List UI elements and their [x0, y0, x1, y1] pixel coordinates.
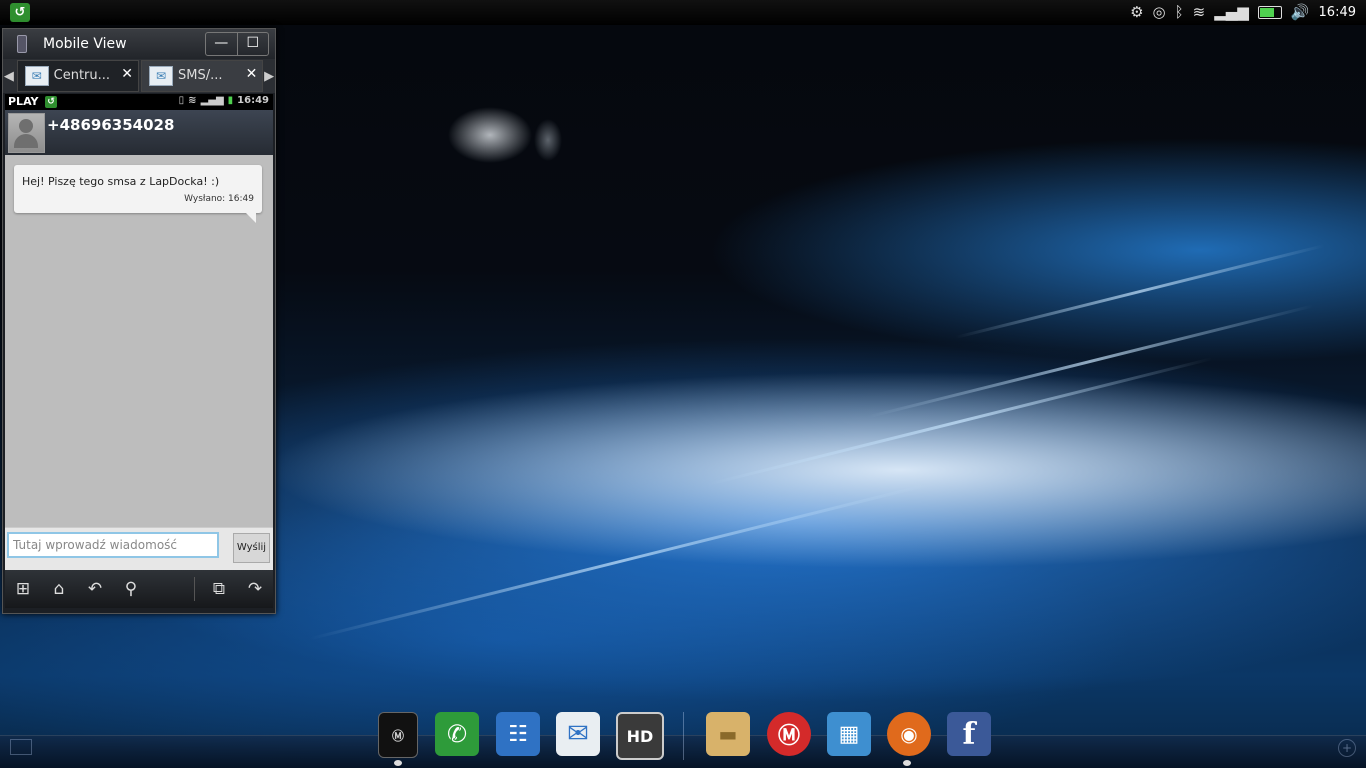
- envelope-icon: ✉: [149, 66, 173, 86]
- signal-icon: ▂▄▆: [200, 95, 224, 106]
- phone-status-bar: PLAY ↺ ▯ ≋ ▂▄▆ ▮ 16:49: [5, 94, 273, 110]
- facebook-icon[interactable]: f: [947, 712, 991, 756]
- battery-icon: ▮: [227, 95, 234, 106]
- dock-divider: [683, 712, 684, 760]
- battery-icon[interactable]: [1257, 6, 1282, 19]
- filmstrip-icon[interactable]: ▦: [827, 712, 871, 756]
- phone-screen: PLAY ↺ ▯ ≋ ▂▄▆ ▮ 16:49 +48696354028 Hej!…: [5, 94, 273, 608]
- conversation-header[interactable]: +48696354028: [5, 110, 273, 155]
- screenshot-icon[interactable]: ⧉: [201, 579, 237, 599]
- envelope-icon: ✉: [24, 66, 49, 86]
- maximize-button[interactable]: ☐: [238, 33, 269, 55]
- tab-label: Centru...: [53, 68, 111, 83]
- tab-scroll-right-icon[interactable]: ▶: [263, 69, 275, 84]
- message-status: Wysłano: 16:49: [184, 194, 254, 204]
- volume-icon[interactable]: 🔊: [1291, 0, 1310, 25]
- add-icon[interactable]: +: [1338, 739, 1356, 757]
- wifi-icon[interactable]: ≋: [1193, 0, 1206, 25]
- app-badge-icon[interactable]: ↺: [10, 3, 30, 22]
- system-clock[interactable]: 16:49: [1319, 5, 1356, 20]
- phone-icon[interactable]: Ⓜ: [378, 712, 418, 758]
- message-input[interactable]: [7, 532, 219, 558]
- tab-scroll-left-icon[interactable]: ◀: [3, 69, 15, 84]
- system-status-bar: ↺ ⚙ ◎ ᛒ ≋ ▂▄▆ 🔊 16:49: [0, 0, 1366, 25]
- close-tab-icon[interactable]: ✕: [246, 66, 258, 82]
- carrier-label: PLAY: [8, 95, 39, 108]
- facebook-label: f: [962, 716, 976, 752]
- message-list[interactable]: Hej! Piszę tego smsa z LapDocka! :) Wysł…: [5, 155, 273, 527]
- hd-icon[interactable]: HD: [616, 712, 664, 760]
- envelope-icon[interactable]: ✉: [556, 712, 600, 756]
- tab-centrum[interactable]: ✉ Centru... ✕: [16, 60, 139, 92]
- tab-label: SMS/...: [178, 68, 223, 83]
- close-tab-icon[interactable]: ✕: [121, 66, 133, 82]
- avatar[interactable]: [8, 113, 45, 153]
- running-indicator: [394, 760, 402, 766]
- window-title: Mobile View: [43, 36, 127, 52]
- message-bubble[interactable]: Hej! Piszę tego smsa z LapDocka! :) Wysł…: [14, 165, 262, 223]
- phone-icon: [17, 35, 27, 53]
- app-badge-icon: ↺: [45, 96, 57, 108]
- firefox-icon[interactable]: ◉: [887, 712, 931, 756]
- send-button[interactable]: Wyślij: [233, 533, 270, 563]
- vibrate-icon: ▯: [178, 95, 185, 106]
- show-desktop-icon[interactable]: [10, 739, 32, 755]
- handset-icon[interactable]: ✆: [435, 712, 479, 756]
- tab-sms[interactable]: ✉ SMS/... ✕: [141, 60, 264, 92]
- compose-bar: Wyślij: [5, 527, 273, 570]
- signal-icon[interactable]: ▂▄▆: [1214, 0, 1249, 25]
- motorola-icon[interactable]: Ⓜ: [767, 712, 811, 756]
- bluetooth-icon[interactable]: ᛒ: [1175, 0, 1184, 25]
- minimize-button[interactable]: —: [206, 33, 238, 55]
- running-indicator: [903, 760, 911, 766]
- divider: [194, 577, 195, 601]
- contacts-icon[interactable]: ☷: [496, 712, 540, 756]
- settings-gear-icon[interactable]: ⚙: [1130, 0, 1143, 25]
- search-icon[interactable]: ⚲: [113, 579, 149, 599]
- wifi-icon: ≋: [188, 95, 197, 106]
- app-dock: Ⓜ ✆ ☷ ✉ HD ▬ Ⓜ ▦ ◉ f: [0, 708, 1366, 768]
- folder-icon[interactable]: ▬: [706, 712, 750, 756]
- phone-clock: 16:49: [237, 95, 269, 106]
- back-icon[interactable]: ↶: [77, 579, 113, 599]
- mobile-view-window: Mobile View — ☐ ◀ ✉ Centru... ✕ ✉ SMS/..…: [2, 28, 276, 614]
- rotate-icon[interactable]: ↷: [237, 579, 273, 599]
- contact-number: +48696354028: [47, 116, 175, 134]
- phone-nav-bar: ⊞ ⌂ ↶ ⚲ ⧉ ↷: [5, 570, 273, 608]
- home-icon[interactable]: ⌂: [41, 579, 77, 599]
- hd-label: HD: [626, 726, 654, 746]
- gps-icon[interactable]: ◎: [1153, 0, 1166, 25]
- tab-bar: ◀ ✉ Centru... ✕ ✉ SMS/... ✕ ▶: [3, 59, 275, 93]
- window-titlebar[interactable]: Mobile View — ☐: [3, 29, 275, 59]
- message-text: Hej! Piszę tego smsa z LapDocka! :): [22, 175, 220, 188]
- apps-grid-icon[interactable]: ⊞: [5, 579, 41, 599]
